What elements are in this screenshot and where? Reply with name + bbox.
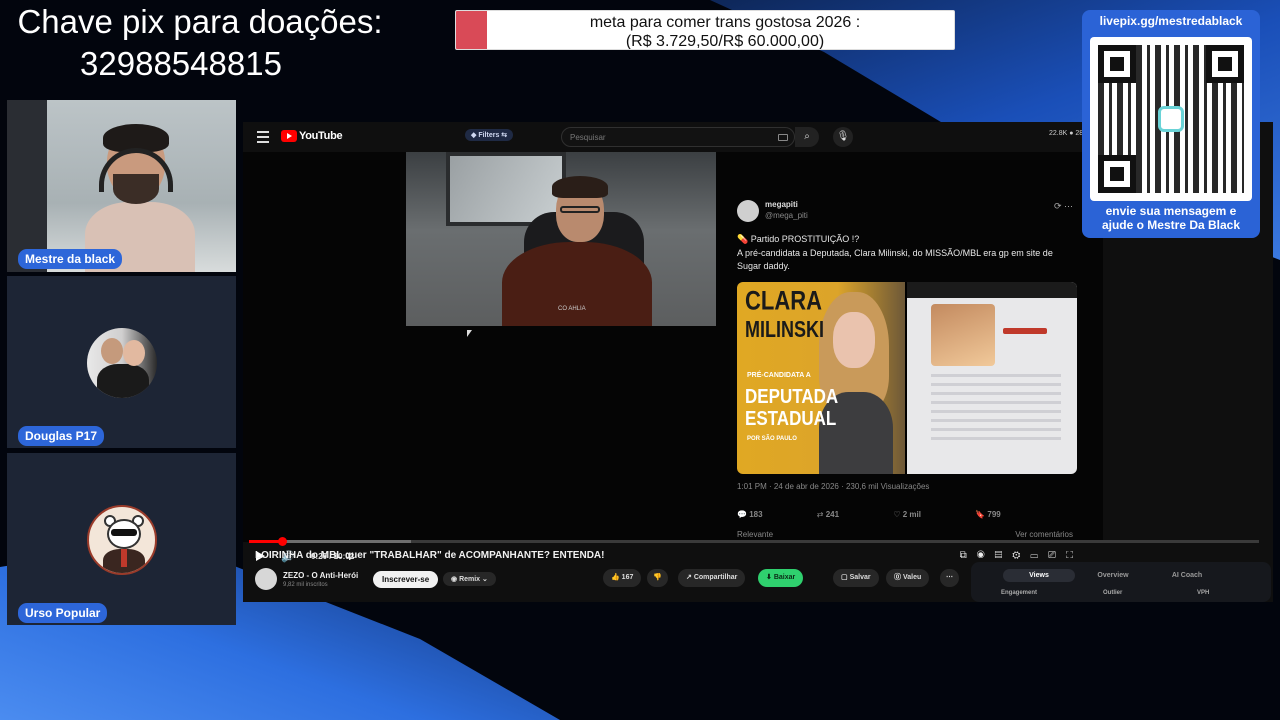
more-actions-icon[interactable]: ⋯ bbox=[940, 569, 959, 587]
participant-tile-1: Mestre da black bbox=[7, 100, 236, 272]
shirt-text: CO AHLIA bbox=[558, 306, 586, 312]
pix-key: 32988548815 bbox=[80, 45, 282, 82]
media-title-1: CLARA bbox=[745, 285, 822, 316]
donation-goal-bar: meta para comer trans gostosa 2026 : (R$… bbox=[455, 10, 955, 50]
label-vph: VPH bbox=[1197, 590, 1210, 596]
youtube-brand[interactable]: YouTube bbox=[299, 130, 343, 142]
bookmark-icon: 🔖 799 bbox=[975, 510, 1001, 519]
tweet-author: megapiti bbox=[765, 200, 798, 209]
dislike-button[interactable]: 👎 bbox=[647, 569, 668, 587]
tweet-sort: Relevante bbox=[737, 530, 774, 539]
goal-progress-fill bbox=[456, 11, 487, 49]
qr-message-line-1: envie sua mensagem e bbox=[1105, 204, 1237, 218]
livepix-qr-card: livepix.gg/mestredablack envie sua mensa… bbox=[1082, 10, 1260, 238]
mic-icon[interactable]: 🎙 bbox=[833, 127, 853, 147]
participant-name: Mestre da black bbox=[18, 249, 123, 269]
search-button[interactable]: ⌕ bbox=[795, 127, 819, 147]
progress-bar[interactable] bbox=[249, 537, 1259, 546]
goal-line-1: meta para comer trans gostosa 2026 : bbox=[589, 14, 861, 31]
media-screenshot bbox=[907, 282, 1077, 474]
media-portrait bbox=[819, 292, 893, 474]
media-por: POR SÃO PAULO bbox=[747, 436, 797, 442]
avatar bbox=[737, 200, 759, 222]
like-icon: ♡ 2 mil bbox=[893, 510, 921, 519]
player-controls-right[interactable]: ⧉◉▤⚙▭⎚⛶ bbox=[960, 550, 1083, 561]
share-button[interactable]: ↗ Compartilhar bbox=[678, 569, 746, 587]
tab-views[interactable]: Views bbox=[1003, 569, 1075, 582]
save-button[interactable]: ▢ Salvar bbox=[833, 569, 879, 587]
participant-tile-2: Douglas P17 bbox=[7, 276, 236, 448]
avatar bbox=[87, 328, 157, 398]
tab-overview[interactable]: Overview bbox=[1077, 569, 1149, 582]
video-player[interactable]: CO AHLIA megapiti @mega_piti ⟳ ⋯ 💊 Parti… bbox=[243, 152, 1259, 563]
filters-button[interactable]: ◆ Filters ⇆ bbox=[465, 129, 514, 141]
video-webcam-inset: CO AHLIA bbox=[406, 152, 716, 326]
qr-message-line-2: ajude o Mestre Da Black bbox=[1101, 218, 1241, 232]
channel-avatar[interactable] bbox=[255, 568, 277, 590]
more-icon: ⟳ ⋯ bbox=[1053, 201, 1073, 211]
tweet-see-comments: Ver comentários bbox=[1015, 530, 1073, 539]
qr-message: envie sua mensagem e ajude o Mestre Da B… bbox=[1082, 204, 1260, 232]
tweet-headline: 💊 Partido PROSTITUIÇÃO !? bbox=[737, 234, 860, 244]
channel-name[interactable]: ZEZO - O Anti-Herói bbox=[283, 571, 358, 580]
reply-icon: 💬 183 bbox=[737, 510, 763, 519]
search-input[interactable]: Pesquisar bbox=[570, 133, 606, 142]
label-outlier: Outlier bbox=[1103, 590, 1123, 596]
repost-icon: ⇄ 241 bbox=[816, 510, 840, 519]
label-engagement: Engagement bbox=[1001, 590, 1038, 596]
tweet-media: CLARA MILINSKI PRÉ-CANDIDATA A DEPUTADA … bbox=[737, 282, 1077, 474]
subscribe-button[interactable]: Inscrever-se bbox=[373, 571, 439, 588]
tweet-actions: 💬 183 ⇄ 241 ♡ 2 mil 🔖 799 bbox=[737, 510, 1077, 519]
qr-code-icon bbox=[1090, 37, 1252, 201]
tweet-text: A pré-candidata a Deputada, Clara Milins… bbox=[737, 248, 1053, 271]
media-dep-1: DEPUTADA bbox=[745, 384, 839, 408]
progress-played bbox=[249, 540, 283, 543]
participant-name: Douglas P17 bbox=[18, 426, 105, 446]
youtube-logo-icon[interactable] bbox=[281, 130, 297, 142]
media-dep-2: ESTADUAL bbox=[745, 406, 837, 430]
participant-tile-3: Urso Popular bbox=[7, 453, 236, 625]
cursor-icon bbox=[467, 330, 472, 337]
pix-title: Chave pix para doações: bbox=[17, 3, 383, 40]
media-title-2: MILINSKI bbox=[745, 316, 824, 342]
valeu-button[interactable]: ⓪ Valeu bbox=[886, 569, 930, 587]
tweet-handle: @mega_piti bbox=[765, 211, 808, 220]
scrubber-handle[interactable] bbox=[278, 537, 288, 546]
bear-avatar-icon bbox=[87, 505, 157, 575]
goal-text: meta para comer trans gostosa 2026 : (R$… bbox=[496, 13, 954, 50]
livepix-logo-icon bbox=[1158, 106, 1184, 132]
search-box[interactable]: Pesquisar bbox=[561, 127, 795, 147]
background-door bbox=[7, 100, 47, 272]
video-title: LOIRINHA do MBL quer "TRABALHAR" de ACOM… bbox=[255, 550, 605, 561]
media-pre: PRÉ-CANDIDATA A bbox=[747, 372, 811, 379]
download-button[interactable]: ⬇ Baixar bbox=[758, 569, 804, 587]
tweet-card: megapiti @mega_piti ⟳ ⋯ 💊 Partido PROSTI… bbox=[733, 190, 1077, 542]
keyboard-icon[interactable] bbox=[778, 134, 788, 141]
channel-subscribers: 9,82 mil inscritos bbox=[283, 582, 328, 588]
like-button[interactable]: 👍 167 bbox=[603, 569, 642, 587]
remix-button[interactable]: ◉ Remix ⌄ bbox=[443, 572, 496, 586]
tab-ai-coach[interactable]: AI Coach bbox=[1151, 569, 1223, 582]
goal-line-2: (R$ 3.729,50/R$ 60.000,00) bbox=[625, 33, 825, 50]
tweet-timestamp: 1:01 PM · 24 de abr de 2026 · 230,6 mil … bbox=[737, 482, 930, 491]
menu-icon[interactable] bbox=[257, 131, 269, 146]
analytics-panel: Views Overview AI Coach Engagement Outli… bbox=[971, 562, 1271, 602]
qr-url: livepix.gg/mestredablack bbox=[1099, 14, 1243, 28]
participant-name: Urso Popular bbox=[18, 603, 108, 623]
